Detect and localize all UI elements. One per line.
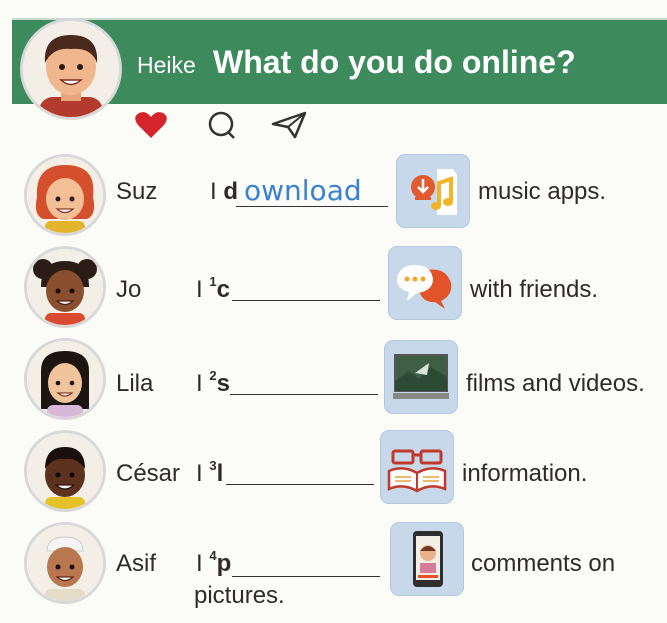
- sentence-ending: films and videos.: [466, 370, 645, 397]
- answer-line[interactable]: [232, 300, 380, 301]
- girl-face-icon: [27, 341, 103, 417]
- question-number: 4: [209, 548, 217, 563]
- book-glasses-icon: [380, 430, 454, 504]
- girl-face-icon: [27, 157, 103, 233]
- header-speaker: Heike: [137, 52, 196, 78]
- student-name: Lila: [116, 370, 154, 397]
- sentence-prompt: I 3l: [196, 458, 224, 488]
- handwritten-answer: ownload: [244, 174, 362, 207]
- prompt-pronoun: I: [196, 370, 203, 397]
- phone-photo-icon: [390, 522, 464, 596]
- student-name: Jo: [116, 276, 142, 303]
- sentence-ending-continued: pictures.: [194, 582, 285, 609]
- answer-line[interactable]: [230, 394, 378, 395]
- chat-bubbles-icon: [388, 246, 462, 320]
- video-screen-icon: [384, 340, 458, 414]
- avatar-suz: [24, 154, 106, 236]
- first-letter: s: [216, 370, 230, 397]
- boy-face-icon: [23, 21, 119, 117]
- comment-icon[interactable]: [206, 110, 238, 140]
- question-number: 3: [209, 458, 217, 473]
- first-letter: c: [216, 276, 230, 303]
- answer-line[interactable]: [226, 484, 374, 485]
- answer-line[interactable]: [236, 206, 388, 207]
- boy-face-icon: [27, 433, 103, 509]
- question-number: 2: [209, 368, 217, 383]
- student-name: Suz: [116, 178, 158, 205]
- sentence-ending: comments on: [471, 550, 616, 577]
- boy-face-icon: [27, 525, 103, 601]
- avatar-cesar: [24, 430, 106, 512]
- sentence-ending: information.: [462, 460, 588, 487]
- send-icon[interactable]: [270, 110, 308, 140]
- avatar-asif: [24, 522, 106, 604]
- heart-icon[interactable]: [134, 110, 168, 140]
- sentence-ending: music apps.: [478, 178, 607, 205]
- sentence-prompt: I 2s: [196, 368, 230, 398]
- question-number: 1: [209, 274, 217, 289]
- girl-face-icon: [27, 249, 103, 325]
- sentence-prompt: I d: [210, 178, 238, 206]
- avatar-jo: [24, 246, 106, 328]
- sentence-ending: with friends.: [470, 276, 599, 303]
- first-letter: p: [216, 550, 232, 577]
- page-title: What do you do online?: [213, 44, 576, 80]
- avatar-heike: [20, 18, 122, 120]
- prompt-pronoun: I: [210, 178, 217, 205]
- sentence-prompt: I 4p: [196, 548, 232, 578]
- first-letter: d: [223, 178, 239, 205]
- prompt-pronoun: I: [196, 550, 203, 577]
- music-download-icon: [396, 154, 470, 228]
- avatar-lila: [24, 338, 106, 420]
- student-name: Asif: [116, 550, 157, 577]
- prompt-pronoun: I: [196, 460, 203, 487]
- student-name: César: [116, 460, 181, 487]
- sentence-prompt: I 1c: [196, 274, 230, 304]
- answer-line[interactable]: [232, 576, 380, 577]
- prompt-pronoun: I: [196, 276, 203, 303]
- first-letter: l: [216, 460, 224, 487]
